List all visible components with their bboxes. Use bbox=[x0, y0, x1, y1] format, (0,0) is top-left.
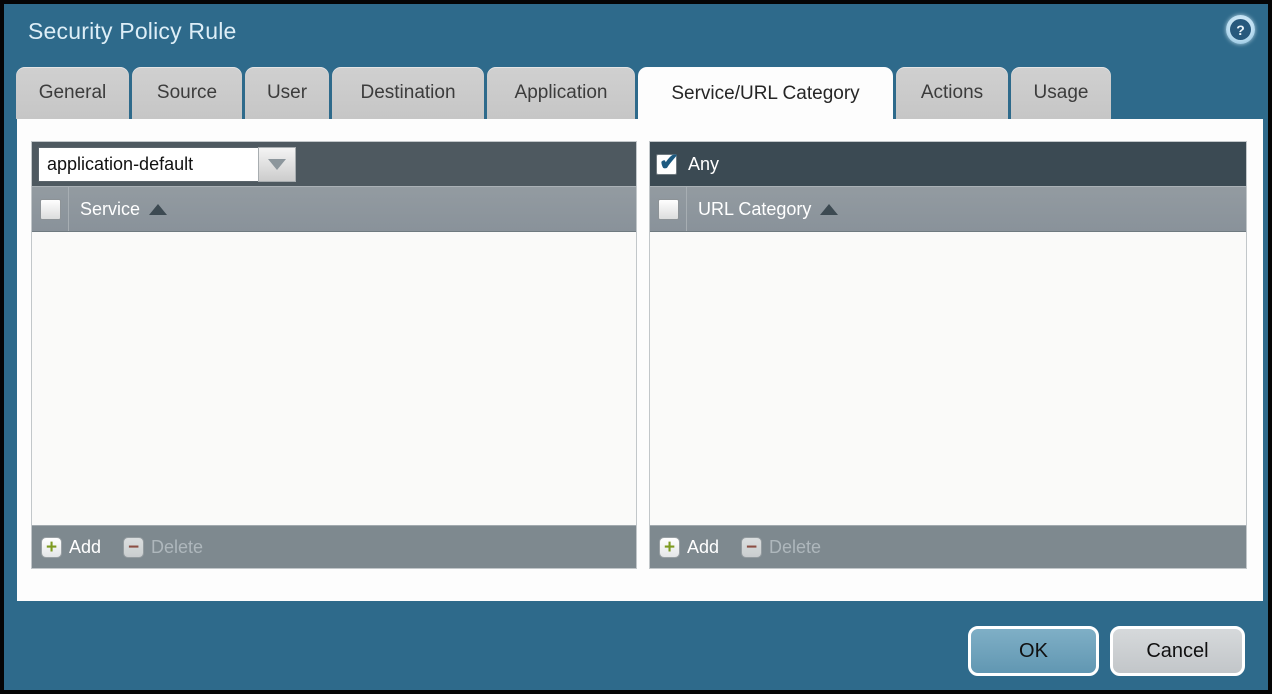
service-toolbar bbox=[32, 142, 636, 187]
service-column-label: Service bbox=[80, 199, 140, 220]
question-mark-icon: ? bbox=[1230, 19, 1251, 40]
url-category-add-button[interactable]: + Add bbox=[659, 537, 719, 558]
service-select-all-cell bbox=[32, 187, 69, 231]
sort-ascending-icon bbox=[820, 204, 838, 215]
any-checkbox[interactable] bbox=[656, 154, 677, 175]
url-category-column-header[interactable]: URL Category bbox=[687, 187, 838, 231]
minus-icon: − bbox=[741, 537, 762, 558]
sort-ascending-icon bbox=[149, 204, 167, 215]
help-icon[interactable]: ? bbox=[1226, 15, 1255, 44]
url-category-delete-label: Delete bbox=[769, 537, 821, 558]
url-category-add-label: Add bbox=[687, 537, 719, 558]
tab-application[interactable]: Application bbox=[487, 67, 635, 119]
service-add-label: Add bbox=[69, 537, 101, 558]
any-checkbox-label: Any bbox=[688, 154, 719, 175]
url-category-toolbar: Any bbox=[650, 142, 1246, 187]
url-category-table-body[interactable] bbox=[650, 232, 1246, 525]
url-category-column-label: URL Category bbox=[698, 199, 811, 220]
tab-user[interactable]: User bbox=[245, 67, 329, 119]
tab-content-sheet: Service + Add − Delete Any U bbox=[17, 119, 1263, 601]
service-add-button[interactable]: + Add bbox=[41, 537, 101, 558]
service-column-header[interactable]: Service bbox=[69, 187, 167, 231]
service-mode-input[interactable] bbox=[38, 147, 258, 182]
url-category-panel: Any URL Category + Add − Delete bbox=[649, 141, 1247, 569]
tab-general[interactable]: General bbox=[16, 67, 129, 119]
url-category-footer: + Add − Delete bbox=[650, 525, 1246, 568]
tab-bar: General Source User Destination Applicat… bbox=[16, 67, 1111, 120]
dialog-title: Security Policy Rule bbox=[28, 18, 237, 45]
plus-icon: + bbox=[41, 537, 62, 558]
chevron-down-icon bbox=[268, 159, 286, 170]
minus-icon: − bbox=[123, 537, 144, 558]
service-delete-label: Delete bbox=[151, 537, 203, 558]
service-mode-dropdown-button[interactable] bbox=[258, 147, 296, 182]
ok-button[interactable]: OK bbox=[968, 626, 1099, 676]
service-panel: Service + Add − Delete bbox=[31, 141, 637, 569]
tab-service-url-category[interactable]: Service/URL Category bbox=[638, 67, 893, 120]
tab-destination[interactable]: Destination bbox=[332, 67, 484, 119]
service-table-body[interactable] bbox=[32, 232, 636, 525]
tab-source[interactable]: Source bbox=[132, 67, 242, 119]
service-table-header: Service bbox=[32, 187, 636, 232]
url-category-table-header: URL Category bbox=[650, 187, 1246, 232]
cancel-button[interactable]: Cancel bbox=[1110, 626, 1245, 676]
plus-icon: + bbox=[659, 537, 680, 558]
service-footer: + Add − Delete bbox=[32, 525, 636, 568]
url-category-delete-button[interactable]: − Delete bbox=[741, 537, 821, 558]
tab-actions[interactable]: Actions bbox=[896, 67, 1008, 119]
tab-usage[interactable]: Usage bbox=[1011, 67, 1111, 119]
url-category-select-all-checkbox[interactable] bbox=[658, 199, 679, 220]
service-select-all-checkbox[interactable] bbox=[40, 199, 61, 220]
service-delete-button[interactable]: − Delete bbox=[123, 537, 203, 558]
service-mode-dropdown[interactable] bbox=[38, 147, 296, 182]
url-category-select-all-cell bbox=[650, 187, 687, 231]
